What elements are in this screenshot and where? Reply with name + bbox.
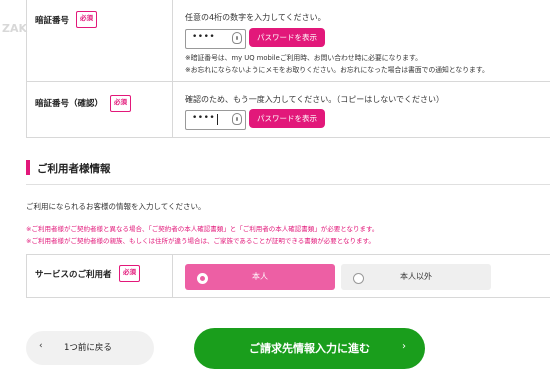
service-user-label: サービスのご利用者 xyxy=(35,270,112,280)
service-row-bottom-border xyxy=(26,297,550,298)
section-divider xyxy=(26,184,550,185)
required-badge: 必須 xyxy=(110,95,131,112)
chevron-left-icon: ‹ xyxy=(39,341,43,351)
table-col-divider xyxy=(172,0,173,137)
section-heading: ご利用者様情報 xyxy=(37,163,111,175)
watermark: ZAK xyxy=(2,22,28,35)
service-row-left-border xyxy=(26,254,27,298)
next-button-label: ご請求先情報入力に進む xyxy=(249,342,370,355)
user-info-description: ご利用になられるお客様の情報を入力してください。 xyxy=(26,202,206,211)
pin-confirm-input-value: •••• xyxy=(192,113,216,123)
pin-confirm-input[interactable]: •••• xyxy=(185,110,246,130)
password-eye-icon[interactable] xyxy=(232,32,242,44)
pin-label: 暗証番号 xyxy=(35,16,70,26)
pin-note-2: ※お忘れにならないようにメモをお取りください。お忘れになった場合は書面での通知と… xyxy=(185,66,489,74)
show-password-button[interactable]: パスワードを表示 xyxy=(249,28,325,47)
pin-note-1: ※暗証番号は、my UQ mobileご利用時、お問い合わせ時に必要になります。 xyxy=(185,54,422,62)
back-button-label: 1つ前に戻る xyxy=(64,343,112,353)
text-cursor xyxy=(217,114,218,125)
pin-input[interactable]: •••• xyxy=(185,29,246,49)
section-heading-bar xyxy=(26,160,30,175)
user-info-warning-2: ※ご利用者様がご契約者様の親族、もしくは住所が違う場合は、ご家族であることが証明… xyxy=(26,237,375,245)
show-password-button[interactable]: パスワードを表示 xyxy=(249,109,325,128)
service-row-top-border xyxy=(26,254,550,255)
service-row-divider xyxy=(172,254,173,298)
chevron-right-icon: › xyxy=(402,341,406,352)
pin-input-value: •••• xyxy=(192,32,216,42)
row-divider xyxy=(26,81,550,82)
option-other[interactable]: 本人以外 xyxy=(341,264,491,290)
option-self-label: 本人 xyxy=(252,272,268,281)
pin-instruction: 任意の4桁の数字を入力してください。 xyxy=(185,13,326,22)
next-button[interactable]: ご請求先情報入力に進む › xyxy=(194,328,425,369)
pin-confirm-instruction: 確認のため、もう一度入力してください。（コピーはしないでください） xyxy=(185,95,445,104)
option-other-label: 本人以外 xyxy=(400,272,432,281)
pin-confirm-label: 暗証番号（確認） xyxy=(35,99,104,109)
required-badge: 必須 xyxy=(119,265,140,282)
required-badge: 必須 xyxy=(76,11,97,28)
back-button[interactable]: ‹ 1つ前に戻る xyxy=(26,331,154,365)
table-left-border xyxy=(26,0,27,137)
user-info-warning-1: ※ご利用者様がご契約者様と異なる場合、「ご契約者の本人確認書類」と「ご利用者の本… xyxy=(26,225,379,233)
option-self[interactable]: 本人 xyxy=(185,264,335,290)
table-bottom-border xyxy=(26,137,550,138)
password-eye-icon[interactable] xyxy=(232,113,242,125)
